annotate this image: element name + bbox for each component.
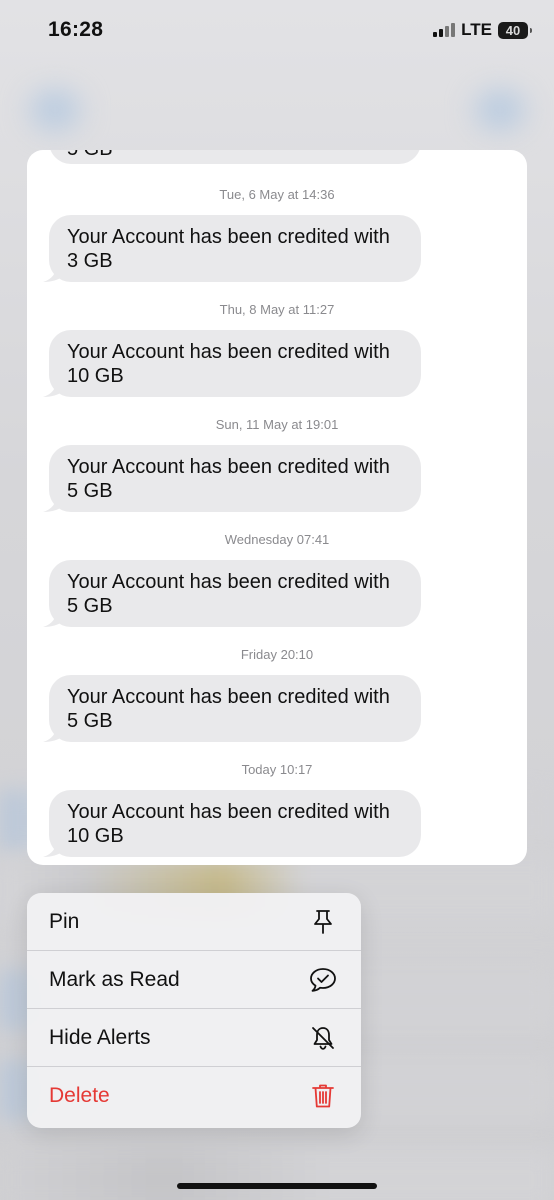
message-text: Your Account has been credited with 10 G… — [67, 341, 390, 387]
message-group: Sun, 11 May at 19:01 Your Account has be… — [27, 416, 527, 512]
trash-icon — [309, 1082, 337, 1110]
blurred-edit-icon — [30, 90, 80, 130]
message-text: Your Account has been credited with 5 GB — [67, 456, 390, 502]
message-group: Tue, 6 May at 14:36 Your Account has bee… — [27, 186, 527, 282]
message-group: Thu, 8 May at 11:27 Your Account has bee… — [27, 301, 527, 397]
menu-item-pin[interactable]: Pin — [27, 893, 361, 951]
message-bubble[interactable]: Your Account has been credited with 5 GB — [43, 675, 421, 742]
bubble-tail — [43, 837, 63, 857]
menu-item-label: Hide Alerts — [49, 1025, 151, 1049]
status-time: 16:28 — [48, 18, 104, 41]
message-check-icon — [309, 966, 337, 994]
message-timestamp: Today 10:17 — [241, 762, 313, 777]
bell-slash-icon — [309, 1024, 337, 1052]
blurred-list-row — [0, 1150, 554, 1200]
battery-level: 40 — [505, 22, 521, 38]
conversation-preview[interactable]: 5 GB Tue, 6 May at 14:36 Your Account ha… — [27, 150, 527, 865]
message-bubble[interactable]: Your Account has been credited with 10 G… — [43, 790, 421, 857]
menu-item-label: Pin — [49, 909, 80, 933]
home-indicator[interactable] — [177, 1183, 377, 1189]
menu-item-hide-alerts[interactable]: Hide Alerts — [27, 1009, 361, 1067]
message-timestamp: Friday 20:10 — [240, 647, 314, 662]
message-bubble[interactable]: Your Account has been credited with 5 GB — [43, 445, 421, 512]
network-type: LTE — [461, 20, 492, 39]
partial-message-text: 5 GB — [67, 150, 113, 161]
message-timestamp: Tue, 6 May at 14:36 — [219, 187, 335, 202]
message-bubble[interactable]: Your Account has been credited with 5 GB — [43, 560, 421, 627]
menu-item-mark-as-read[interactable]: Mark as Read — [27, 951, 361, 1009]
status-indicators: LTE 40 — [433, 20, 532, 40]
bubble-tail — [43, 492, 63, 512]
message-text: Your Account has been credited with 5 GB — [67, 571, 390, 617]
blurred-compose-icon — [475, 90, 525, 130]
menu-item-label: Mark as Read — [49, 967, 180, 991]
message-group: Friday 20:10 Your Account has been credi… — [27, 646, 527, 742]
context-menu: Pin Mark as Read Hide Alerts Delete — [27, 893, 361, 1128]
message-timestamp: Wednesday 07:41 — [224, 532, 330, 547]
message-group: Wednesday 07:41 Your Account has been cr… — [27, 531, 527, 627]
message-bubble[interactable]: Your Account has been credited with 10 G… — [43, 330, 421, 397]
menu-item-label: Delete — [49, 1084, 110, 1107]
bubble-tail — [43, 722, 63, 742]
message-text: Your Account has been credited with 5 GB — [67, 686, 390, 732]
message-text: Your Account has been credited with 10 G… — [67, 801, 390, 847]
bubble-tail — [43, 262, 63, 282]
message-text: Your Account has been credited with 3 GB — [67, 226, 390, 272]
status-bar: 16:28 LTE 40 — [0, 0, 554, 62]
message-timestamp: Sun, 11 May at 19:01 — [215, 417, 339, 432]
message-timestamp: Thu, 8 May at 11:27 — [219, 302, 335, 317]
menu-item-delete[interactable]: Delete — [27, 1067, 361, 1125]
bubble-tail — [43, 377, 63, 397]
battery-icon: 40 — [498, 21, 532, 39]
message-group: Today 10:17 Your Account has been credit… — [27, 761, 527, 857]
cellular-signal-icon — [433, 23, 456, 37]
pin-icon — [309, 908, 337, 936]
bubble-tail — [43, 607, 63, 627]
message-bubble[interactable]: Your Account has been credited with 3 GB — [43, 215, 421, 282]
